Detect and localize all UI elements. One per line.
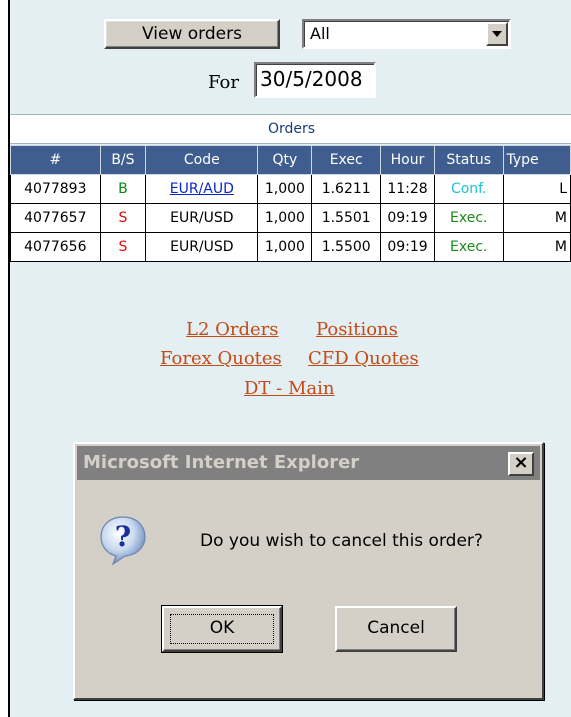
- column-header-qty: Qty: [257, 145, 313, 175]
- close-icon[interactable]: ×: [508, 452, 534, 476]
- order-filter-select[interactable]: All: [302, 19, 511, 49]
- order-hour: 09:19: [380, 232, 435, 262]
- order-qty: 1,000: [257, 174, 313, 204]
- order-id: 4077657: [10, 203, 101, 233]
- link-forex-quotes[interactable]: Forex Quotes: [160, 348, 282, 369]
- table-row[interactable]: 4077656 S EUR/USD 1,000 1.5500 09:19 Exe…: [10, 232, 571, 262]
- question-icon: ?: [100, 516, 146, 566]
- focus-ring: [170, 614, 274, 644]
- column-header-bs: B/S: [99, 145, 147, 175]
- order-side: S: [99, 203, 147, 233]
- link-l2-orders[interactable]: L2 Orders: [186, 319, 279, 340]
- order-type: M: [502, 232, 571, 262]
- column-header-code: Code: [145, 145, 259, 175]
- column-header-status: Status: [433, 145, 504, 175]
- order-code-link[interactable]: EUR/AUD: [170, 181, 234, 197]
- order-exec: 1.5500: [311, 232, 382, 262]
- link-dt-main[interactable]: DT - Main: [244, 378, 334, 399]
- order-status: Exec.: [433, 203, 504, 233]
- table-header-row: # B/S Code Qty Exec Hour Status Type: [10, 145, 571, 175]
- column-header-id: #: [10, 145, 101, 175]
- order-status: Conf.: [433, 174, 504, 204]
- order-qty: 1,000: [257, 232, 313, 262]
- order-side: B: [99, 174, 147, 204]
- column-header-exec: Exec: [311, 145, 382, 175]
- link-positions[interactable]: Positions: [316, 319, 398, 340]
- order-code: EUR/USD: [145, 203, 259, 233]
- cancel-button[interactable]: Cancel: [335, 606, 457, 652]
- table-row[interactable]: 4077657 S EUR/USD 1,000 1.5501 09:19 Exe…: [10, 203, 571, 233]
- orders-table: # B/S Code Qty Exec Hour Status Type 407…: [10, 145, 571, 262]
- order-exec: 1.6211: [311, 174, 382, 204]
- order-qty: 1,000: [257, 203, 313, 233]
- order-type: M: [502, 203, 571, 233]
- order-hour: 09:19: [380, 203, 435, 233]
- for-label: For: [208, 72, 239, 93]
- orders-caption: Orders: [10, 114, 571, 144]
- order-hour: 11:28: [380, 174, 435, 204]
- table-row[interactable]: 4077893 B EUR/AUD 1,000 1.6211 11:28 Con…: [10, 174, 571, 204]
- order-filter-value: All: [310, 24, 330, 43]
- order-code: EUR/USD: [145, 232, 259, 262]
- order-status: Exec.: [433, 232, 504, 262]
- page-frame: View orders All For 30/5/2008 Orders # B…: [8, 0, 571, 717]
- order-code: EUR/AUD: [145, 174, 259, 204]
- link-cfd-quotes[interactable]: CFD Quotes: [308, 348, 419, 369]
- dialog-title-bar[interactable]: Microsoft Internet Explorer ×: [77, 446, 540, 480]
- order-side: S: [99, 232, 147, 262]
- order-id: 4077656: [10, 232, 101, 262]
- order-type: L: [502, 174, 571, 204]
- confirm-dialog: Microsoft Internet Explorer × ? Do you w…: [73, 442, 544, 700]
- order-exec: 1.5501: [311, 203, 382, 233]
- ok-button[interactable]: OK: [161, 605, 283, 653]
- dialog-title: Microsoft Internet Explorer: [83, 452, 360, 473]
- chevron-down-icon[interactable]: [486, 22, 508, 46]
- svg-text:?: ?: [115, 520, 131, 553]
- view-orders-button[interactable]: View orders: [104, 19, 280, 49]
- dialog-message: Do you wish to cancel this order?: [200, 531, 483, 551]
- column-header-type: Type: [502, 145, 571, 175]
- date-field[interactable]: 30/5/2008: [254, 62, 376, 98]
- column-header-hour: Hour: [380, 145, 435, 175]
- order-id: 4077893: [10, 174, 101, 204]
